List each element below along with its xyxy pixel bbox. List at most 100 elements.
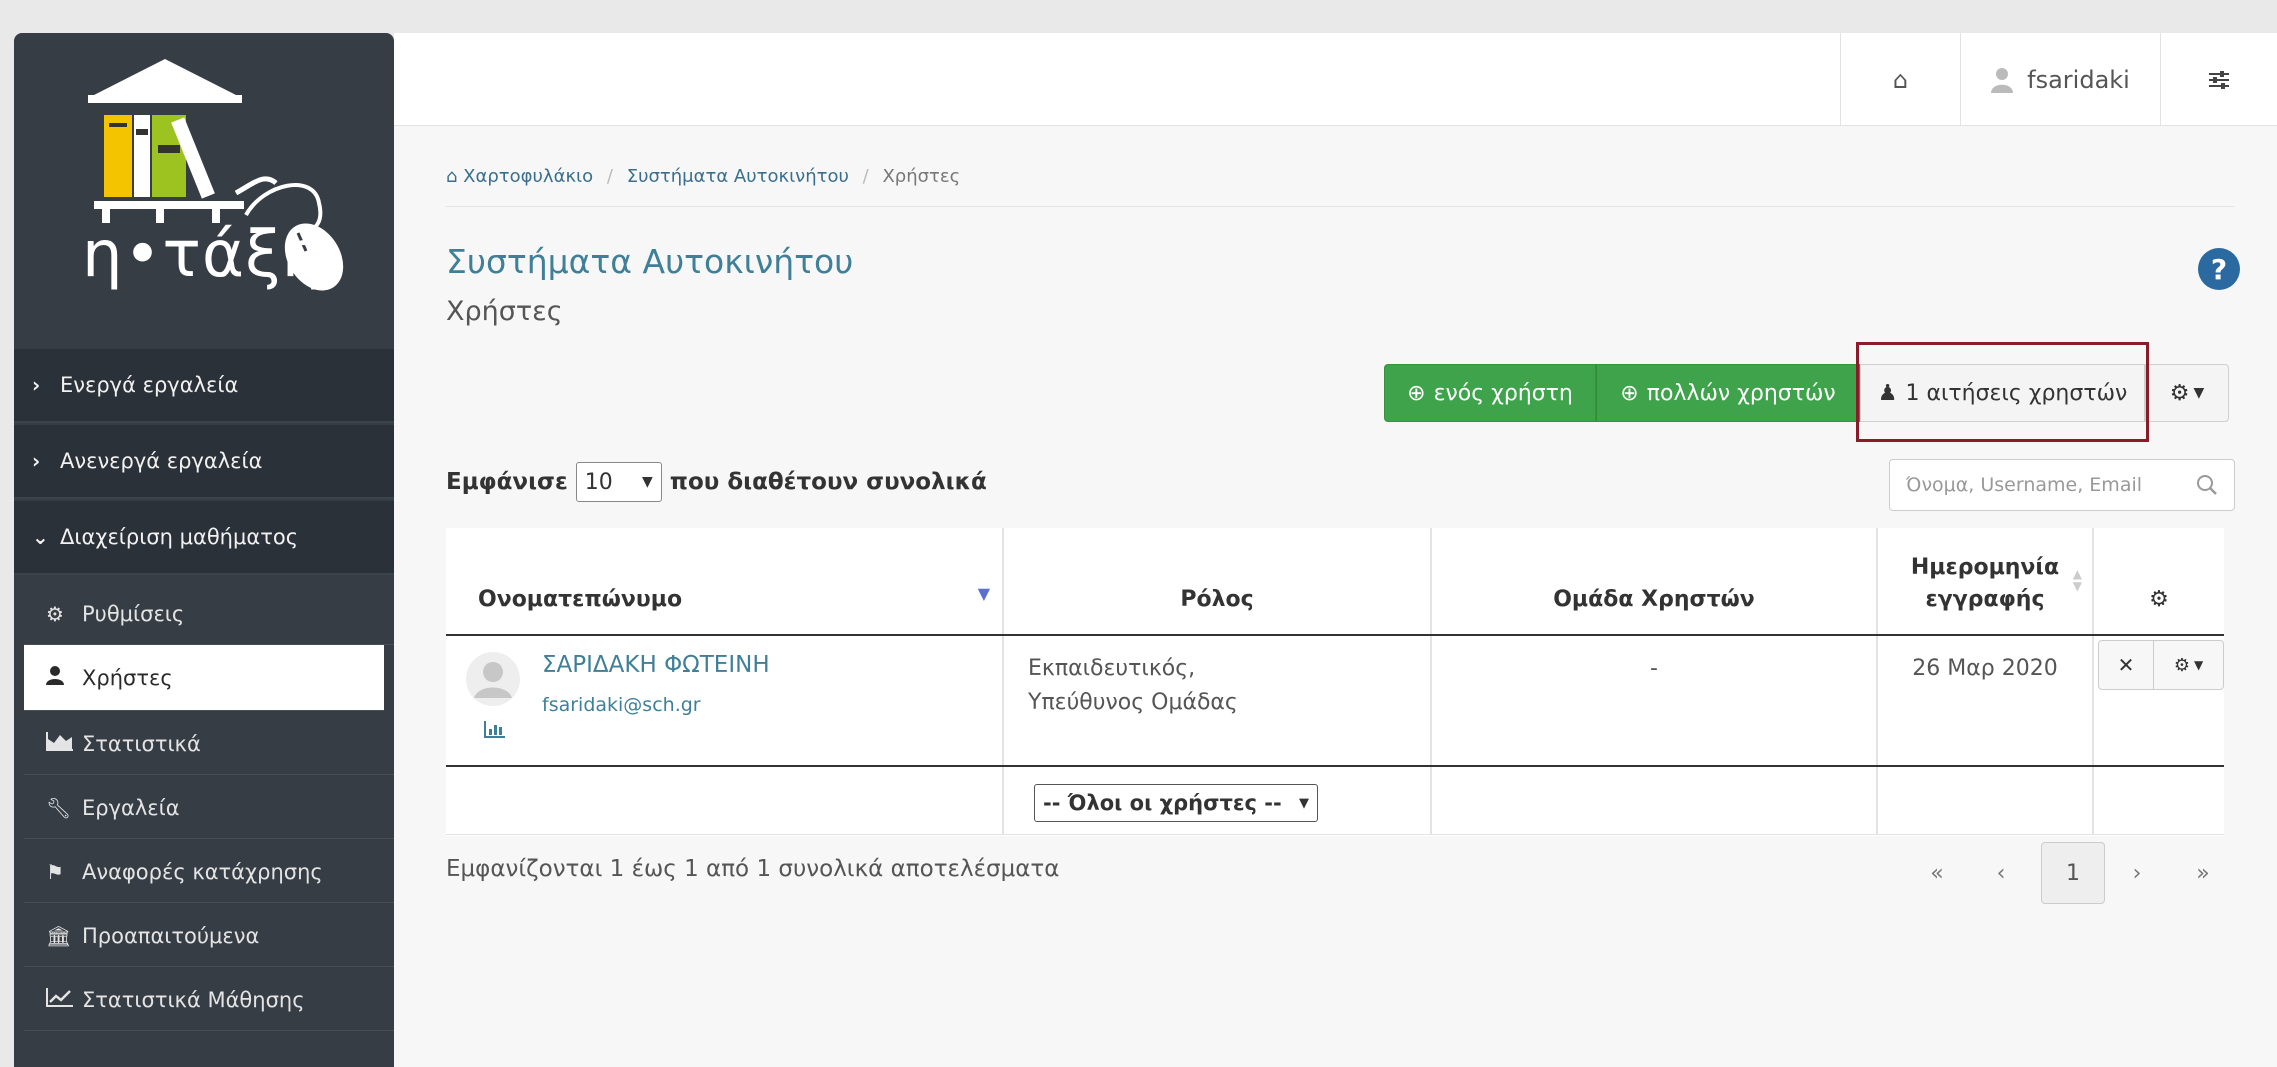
main-content: ⌂ Χαρτοφυλάκιο / Συστήματα Αυτοκινήτου /… <box>394 126 2277 1067</box>
breadcrumb-separator: / <box>606 166 613 187</box>
area-chart-icon <box>46 731 82 756</box>
column-header-role: Ρόλος <box>1004 528 1432 634</box>
sidebar-item-label: Ρυθμίσεις <box>82 601 185 626</box>
sidebar-item-tools[interactable]: 🔧︎ Εργαλεία <box>24 777 394 839</box>
pagination-next[interactable]: › <box>2112 842 2162 904</box>
top-bar: ⌂ fsaridaki <box>394 33 2277 126</box>
gears-icon: ⚙ <box>46 601 64 626</box>
filter-cell-role: -- Όλοι οι χρήστες -- ▼ <box>1004 767 1432 835</box>
table-bottom-border <box>446 834 2224 835</box>
column-header-name[interactable]: Ονοματεπώνυμο ▼ <box>446 528 1004 634</box>
home-icon: ⌂ <box>1892 65 1909 94</box>
chevron-down-icon: ▼ <box>642 474 653 490</box>
highlight-box <box>1856 342 2149 442</box>
show-suffix: που διαθέτουν συνολικά <box>669 469 987 495</box>
sidebar-section-course-admin[interactable]: ⌄ Διαχείριση μαθήματος <box>14 501 394 575</box>
sidebar: η•τάξη › Ενεργά εργαλεία › Ανενεργά εργα… <box>14 33 394 1067</box>
bar-chart-icon[interactable] <box>484 720 506 743</box>
course-title[interactable]: Συστήματα Αυτοκινήτου <box>446 242 853 281</box>
user-menu[interactable]: fsaridaki <box>1960 33 2160 126</box>
gear-icon: ⚙ <box>2173 654 2190 676</box>
column-header-actions: ⚙ <box>2094 528 2224 634</box>
role-text: Υπεύθυνος Ομάδας <box>1028 690 1238 715</box>
plus-circle-icon: ⊕ <box>1620 380 1639 406</box>
sidebar-item-label: Στατιστικά <box>82 731 201 756</box>
close-icon: ✕ <box>2117 653 2135 677</box>
sliders-icon <box>2209 70 2229 89</box>
sidebar-item-learning-analytics[interactable]: Στατιστικά Μάθησης <box>24 969 394 1031</box>
page-size-select[interactable]: 10 ▼ <box>575 462 662 502</box>
sidebar-item-statistics[interactable]: Στατιστικά <box>24 713 394 775</box>
sidebar-item-abuse-reports[interactable]: ⚑ Αναφορές κατάχρησης <box>24 841 394 903</box>
logo-text: η•τάξη <box>82 218 324 292</box>
row-options-button[interactable]: ⚙ ▼ <box>2154 640 2224 690</box>
sidebar-item-settings[interactable]: ⚙ Ρυθμίσεις <box>24 583 394 645</box>
user-name-link[interactable]: ΣΑΡΙΔΑΚΗ ΦΩΤΕΙΝΗ <box>542 652 770 678</box>
home-icon: ⌂ <box>446 166 458 187</box>
add-one-user-label: ενός χρήστη <box>1433 380 1573 406</box>
line-chart-icon <box>46 987 82 1012</box>
sort-desc-icon: ▼ <box>977 584 990 603</box>
page-size-value: 10 <box>584 469 613 495</box>
home-button[interactable]: ⌂ <box>1840 33 1960 126</box>
flag-icon: ⚑ <box>46 859 64 884</box>
pagination-last[interactable]: » <box>2178 842 2228 904</box>
role-text: Εκπαιδευτικός, <box>1028 656 1196 681</box>
add-many-users-label: πολλών χρηστών <box>1646 380 1836 406</box>
sidebar-section-label: Διαχείριση μαθήματος <box>60 525 299 549</box>
sidebar-section-active-tools[interactable]: › Ενεργά εργαλεία <box>14 349 394 423</box>
help-icon[interactable]: ? <box>2198 248 2240 290</box>
breadcrumb-home[interactable]: Χαρτοφυλάκιο <box>463 166 593 187</box>
role-filter-select[interactable]: -- Όλοι οι χρήστες -- ▼ <box>1034 784 1318 822</box>
plus-circle-icon: ⊕ <box>1407 380 1426 406</box>
column-header-date[interactable]: Ημερομηνία εγγραφής ▲ ▼ <box>1878 528 2094 634</box>
filter-cell-empty <box>1432 767 1878 835</box>
logo[interactable]: η•τάξη <box>14 33 394 349</box>
group-value: - <box>1650 656 1658 681</box>
caret-down-icon: ▼ <box>2193 658 2204 672</box>
pagination-first[interactable]: « <box>1912 842 1962 904</box>
page-title: Χρήστες <box>446 296 563 327</box>
results-summary: Εμφανίζονται 1 έως 1 από 1 συνολικά αποτ… <box>446 856 1060 882</box>
breadcrumb-separator: / <box>862 166 869 187</box>
chevron-right-icon: › <box>32 373 41 397</box>
gears-icon: ⚙ <box>2149 587 2169 612</box>
table-row-date-cell: 26 Μαρ 2020 <box>1878 636 2094 765</box>
pagination-page-1[interactable]: 1 <box>2041 842 2105 904</box>
column-header-label: Ημερομηνία <box>1910 555 2060 580</box>
filter-cell-empty <box>2094 767 2224 835</box>
institution-icon: 🏛︎ <box>46 923 72 948</box>
sidebar-item-label: Στατιστικά Μάθησης <box>82 987 305 1012</box>
sidebar-item-label: Αναφορές κατάχρησης <box>82 859 323 884</box>
sidebar-section-inactive-tools[interactable]: › Ανενεργά εργαλεία <box>14 425 394 499</box>
caret-down-icon: ▼ <box>2193 385 2205 401</box>
breadcrumb-current: Χρήστες <box>882 166 961 187</box>
pagination-prev[interactable]: ‹ <box>1976 842 2026 904</box>
column-header-label: εγγραφής <box>1925 587 2045 612</box>
table-row-actions-cell: ✕ ⚙ ▼ <box>2094 636 2224 765</box>
divider <box>446 206 2234 207</box>
delete-user-button[interactable]: ✕ <box>2098 640 2154 690</box>
sidebar-item-prerequisites[interactable]: 🏛︎ Προαπαιτούμενα <box>24 905 394 967</box>
search-placeholder: Όνομα, Username, Email <box>1906 474 2143 496</box>
sidebar-item-label: Εργαλεία <box>82 795 180 820</box>
search-icon <box>2197 475 2217 495</box>
table-row-role-cell: Εκπαιδευτικός, Υπεύθυνος Ομάδας <box>1004 636 1432 765</box>
sidebar-section-label: Ενεργά εργαλεία <box>60 373 239 397</box>
breadcrumb: ⌂ Χαρτοφυλάκιο / Συστήματα Αυτοκινήτου /… <box>446 166 960 187</box>
logo-graphic <box>88 59 344 291</box>
chevron-right-icon: › <box>32 449 41 473</box>
add-one-user-button[interactable]: ⊕ ενός χρήστη <box>1384 364 1596 422</box>
add-many-users-button[interactable]: ⊕ πολλών χρηστών <box>1596 364 1860 422</box>
sidebar-item-label: Χρήστες <box>82 665 173 690</box>
users-table: Ονοματεπώνυμο ▼ Ρόλος Ομάδα Χρηστών Ημερ… <box>446 528 2224 836</box>
settings-sliders-button[interactable] <box>2160 33 2277 126</box>
wrench-icon: 🔧︎ <box>46 795 72 820</box>
breadcrumb-course[interactable]: Συστήματα Αυτοκινήτου <box>627 166 849 187</box>
options-dropdown-button[interactable]: ⚙ ▼ <box>2145 364 2229 422</box>
role-filter-value: -- Όλοι οι χρήστες -- <box>1043 791 1282 815</box>
search-input[interactable]: Όνομα, Username, Email <box>1889 459 2235 511</box>
sidebar-item-users[interactable]: Χρήστες <box>24 645 384 711</box>
chevron-down-icon: ▼ <box>1299 795 1309 811</box>
registration-date: 26 Μαρ 2020 <box>1912 656 2058 681</box>
